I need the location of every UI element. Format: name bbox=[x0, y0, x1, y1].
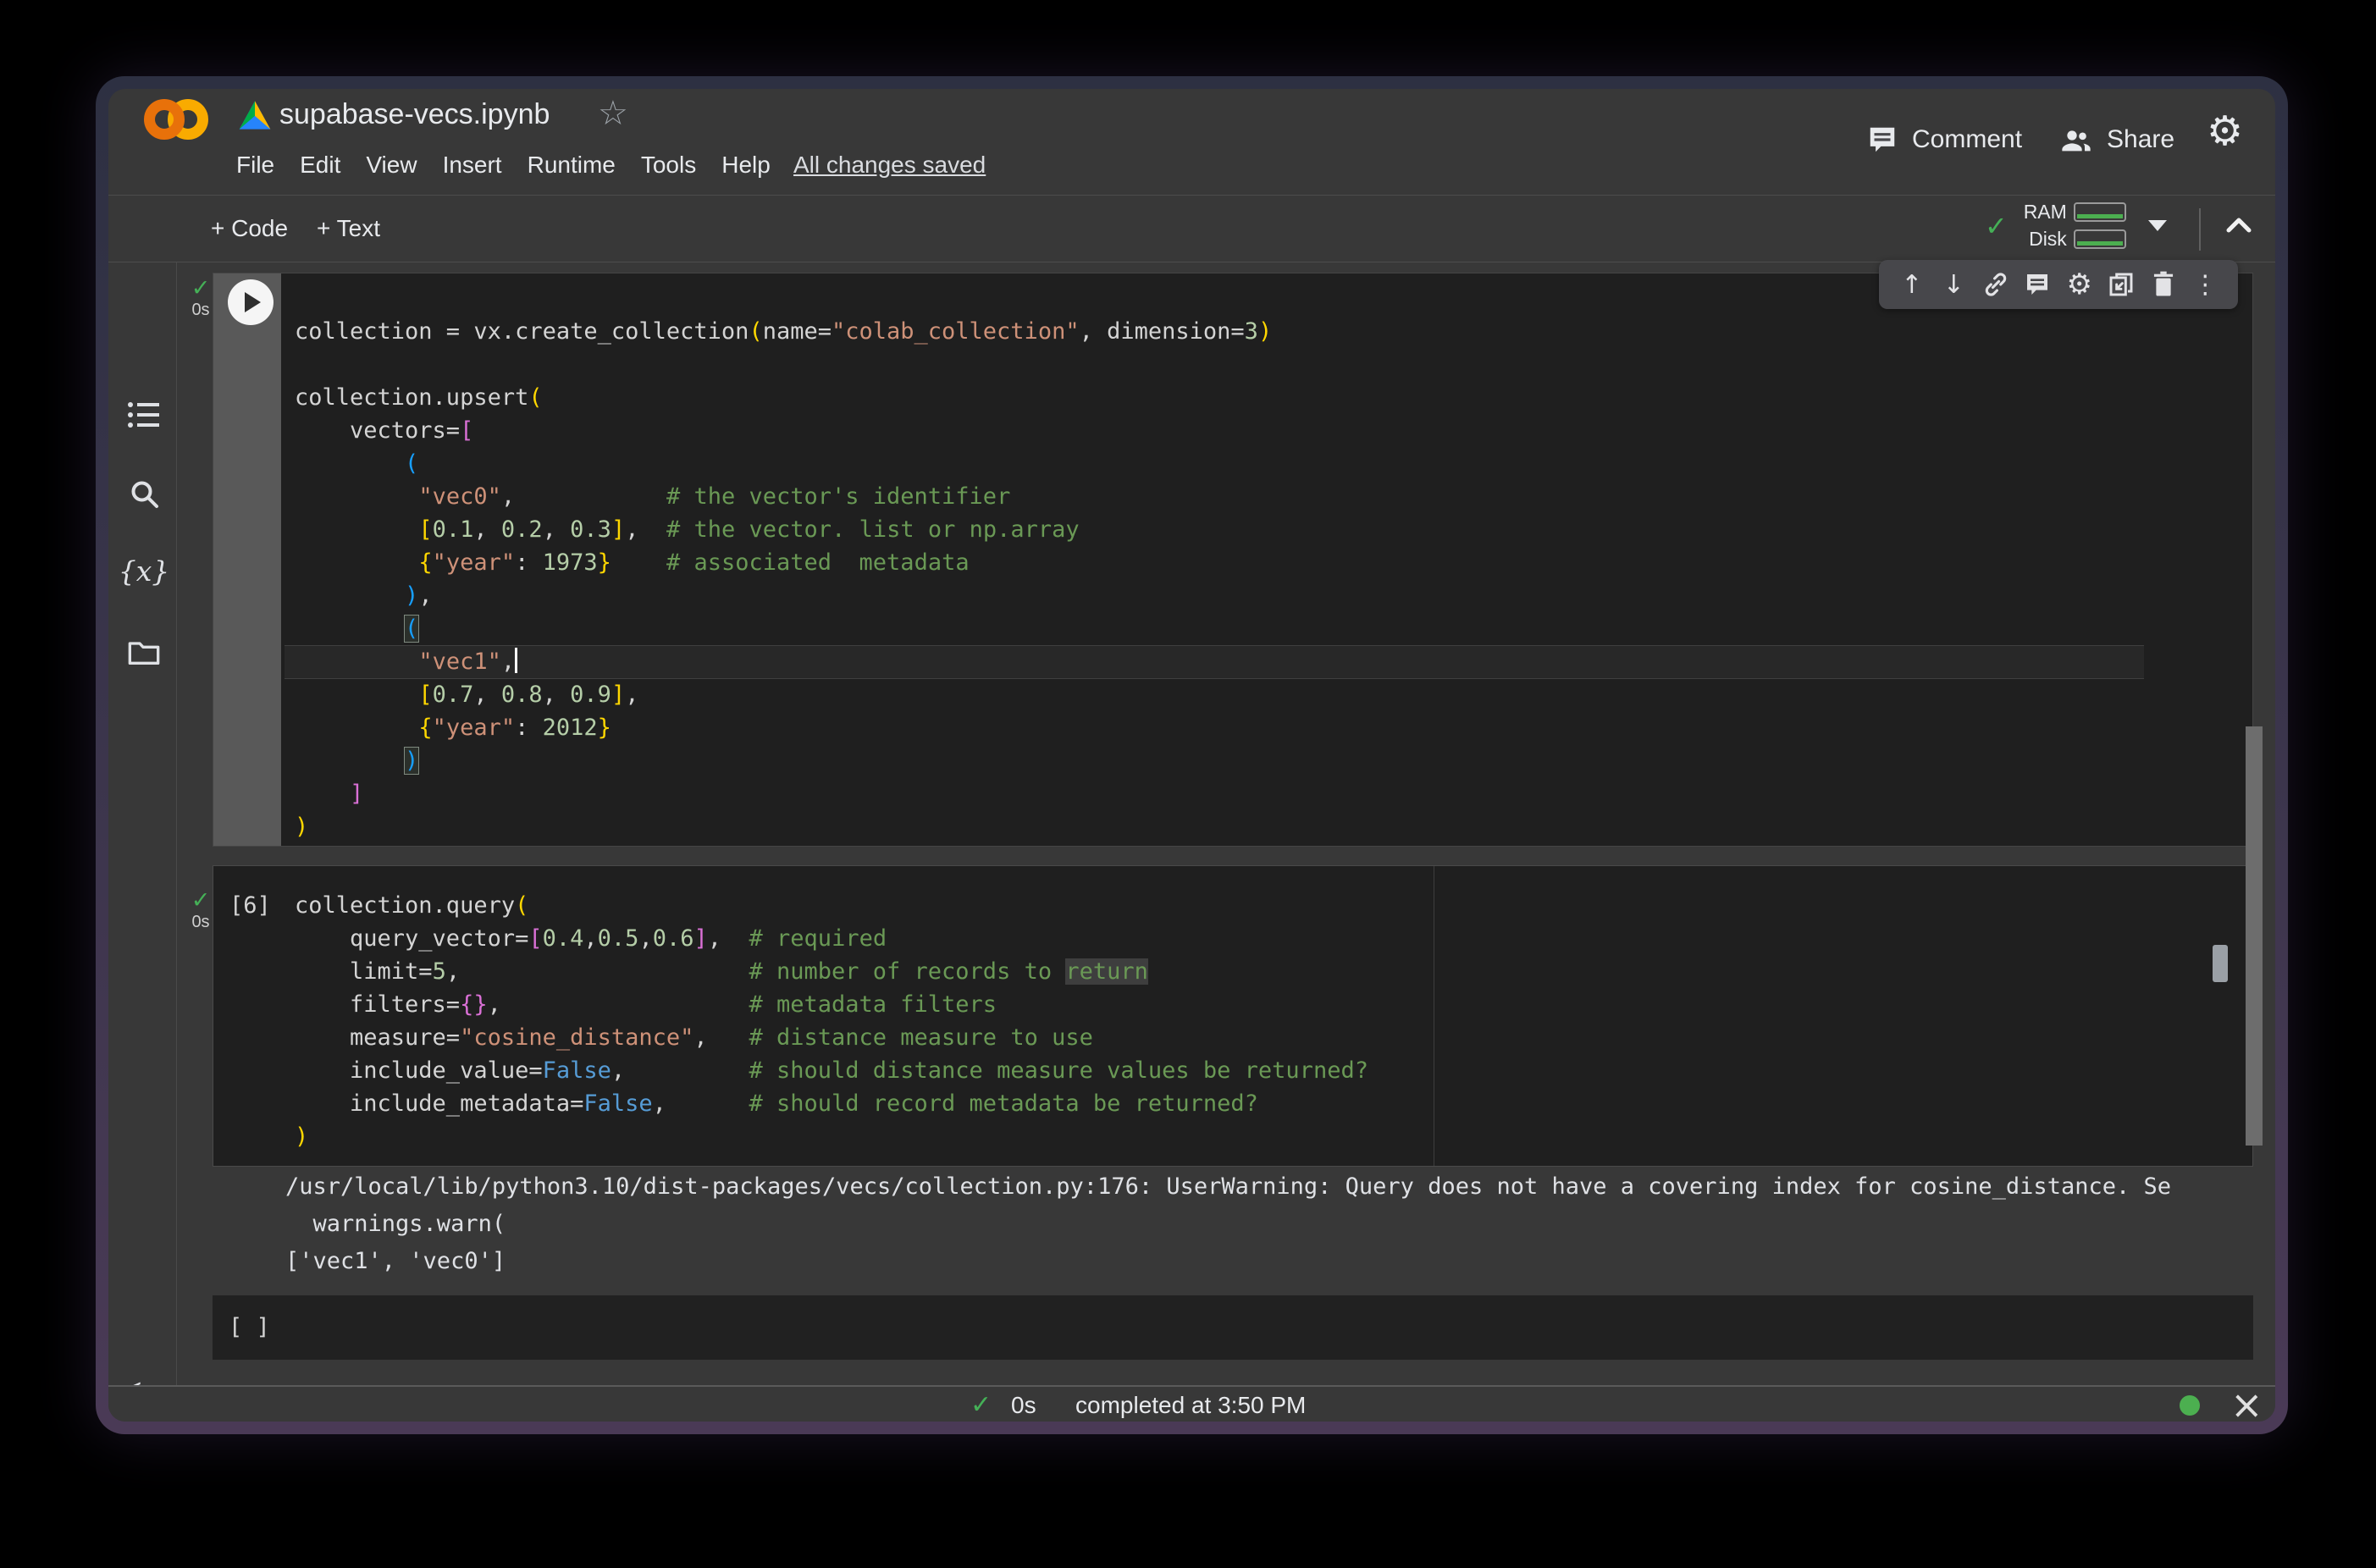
status-duration: 0s bbox=[1011, 1392, 1036, 1419]
code-line: ] bbox=[295, 777, 1272, 810]
code-line: query_vector=[0.4,0.5,0.6], # required bbox=[295, 922, 1368, 955]
comment-label: Comment bbox=[1912, 125, 2022, 154]
share-button[interactable]: Share bbox=[2059, 119, 2174, 160]
notebook-toolbar: + Code + Text ✓ RAM Disk bbox=[108, 195, 2275, 262]
colab-window: supabase-vecs.ipynb ☆ FileEditViewInsert… bbox=[96, 76, 2288, 1434]
code-line: ) bbox=[295, 1120, 1368, 1153]
more-cell-actions-icon[interactable]: ⋮ bbox=[2190, 269, 2220, 300]
code-line: measure="cosine_distance", # distance me… bbox=[295, 1021, 1368, 1054]
code-line: vectors=[ bbox=[295, 414, 1272, 447]
code-line: include_metadata=False, # should record … bbox=[295, 1087, 1368, 1120]
variables-icon[interactable]: {x} bbox=[125, 552, 163, 589]
cell-scrollbar-thumb[interactable] bbox=[2213, 945, 2228, 982]
status-green-dot bbox=[2180, 1395, 2200, 1416]
ram-usage-bar bbox=[2074, 202, 2126, 222]
table-of-contents-icon[interactable] bbox=[125, 396, 163, 433]
code-line bbox=[295, 348, 1272, 381]
delete-cell-icon[interactable] bbox=[2148, 269, 2179, 300]
code-line: limit=5, # number of records to return bbox=[295, 955, 1368, 988]
share-label: Share bbox=[2107, 125, 2174, 154]
colab-logo[interactable] bbox=[144, 99, 208, 140]
move-cell-down-icon[interactable]: ↓ bbox=[1938, 269, 1969, 300]
resource-monitor[interactable]: ✓ RAM Disk bbox=[1985, 201, 2167, 251]
code-line: collection = vx.create_collection(name="… bbox=[295, 315, 1272, 348]
left-sidebar: {x} < > >_ bbox=[108, 262, 177, 1385]
cell1-editor[interactable]: collection = vx.create_collection(name="… bbox=[295, 315, 1272, 843]
code-line: "vec0", # the vector's identifier bbox=[295, 480, 1272, 513]
menu-item[interactable]: Runtime bbox=[515, 152, 628, 179]
add-comment-icon[interactable] bbox=[2022, 269, 2053, 300]
drive-icon bbox=[238, 100, 272, 130]
notebook-area: {x} < > >_ ✓ bbox=[108, 262, 2275, 1385]
code-line: [0.7, 0.8, 0.9], bbox=[295, 678, 1272, 711]
menu-item[interactable]: File bbox=[224, 152, 287, 179]
disk-usage-bar bbox=[2074, 229, 2126, 249]
code-line: {"year": 2012} bbox=[295, 711, 1272, 744]
code-line: [0.1, 0.2, 0.3], # the vector. list or n… bbox=[295, 513, 1272, 546]
code-line: ), bbox=[295, 579, 1272, 612]
code-line: filters={}, # metadata filters bbox=[295, 988, 1368, 1021]
menubar: FileEditViewInsertRuntimeToolsHelp bbox=[224, 146, 783, 184]
comment-button[interactable]: Comment bbox=[1866, 119, 2022, 160]
menu-item[interactable]: Edit bbox=[287, 152, 353, 179]
code-line: ( bbox=[295, 447, 1272, 480]
empty-code-cell[interactable]: [ ] bbox=[213, 1295, 2253, 1360]
code-cell-2[interactable]: [6] collection.query( query_vector=[0.4,… bbox=[213, 865, 2253, 1167]
settings-gear-icon[interactable]: ⚙ bbox=[2207, 108, 2243, 155]
code-line: ( bbox=[295, 612, 1272, 645]
copy-link-to-cell-icon[interactable] bbox=[1981, 269, 2011, 300]
output-line: warnings.warn( bbox=[285, 1206, 2274, 1243]
run-cell-button[interactable] bbox=[228, 279, 274, 325]
menu-item[interactable]: Help bbox=[709, 152, 783, 179]
editor-settings-gear-icon[interactable]: ⚙ bbox=[2064, 269, 2095, 300]
execution-status-bar: ✓ 0s completed at 3:50 PM × bbox=[108, 1385, 2275, 1422]
ram-label: RAM bbox=[2018, 201, 2067, 224]
connected-check-icon: ✓ bbox=[1985, 210, 2008, 242]
code-line: {"year": 1973} # associated metadata bbox=[295, 546, 1272, 579]
resources-dropdown-icon[interactable] bbox=[2148, 220, 2167, 231]
menu-item[interactable]: View bbox=[353, 152, 429, 179]
comment-icon bbox=[1866, 124, 1898, 156]
colab-logo-ring-left bbox=[144, 99, 185, 140]
mirror-cell-icon[interactable] bbox=[2106, 269, 2136, 300]
cell2-exec-count[interactable]: [6] bbox=[229, 889, 271, 922]
search-icon[interactable] bbox=[125, 475, 163, 512]
code-line: ) bbox=[295, 810, 1272, 843]
people-icon bbox=[2059, 123, 2093, 157]
menu-item[interactable]: Tools bbox=[628, 152, 709, 179]
cell-toolbar: ↑ ↓ ⚙ bbox=[1879, 260, 2238, 309]
code-line: include_value=False, # should distance m… bbox=[295, 1054, 1368, 1087]
colab-app: supabase-vecs.ipynb ☆ FileEditViewInsert… bbox=[108, 89, 2275, 1422]
cell2-editor[interactable]: collection.query( query_vector=[0.4,0.5,… bbox=[295, 889, 1368, 1153]
code-line: ) bbox=[295, 744, 1272, 777]
toolbar-divider bbox=[2199, 208, 2201, 251]
output-line: ['vec1', 'vec0'] bbox=[285, 1243, 2274, 1280]
code-line: "vec1", bbox=[295, 645, 1272, 678]
collapse-header-button[interactable] bbox=[2224, 214, 2254, 235]
code-line: collection.query( bbox=[295, 889, 1368, 922]
cell1-gutter bbox=[213, 273, 281, 846]
notebook-title[interactable]: supabase-vecs.ipynb bbox=[279, 98, 550, 131]
add-text-button[interactable]: + Text bbox=[317, 196, 380, 262]
empty-cell-exec-count: [ ] bbox=[229, 1311, 270, 1344]
add-code-button[interactable]: + Code bbox=[211, 196, 288, 262]
status-check-icon: ✓ bbox=[970, 1390, 992, 1420]
notebook-scrollbar-thumb[interactable] bbox=[2246, 726, 2263, 1146]
output-line: /usr/local/lib/python3.10/dist-packages/… bbox=[285, 1168, 2274, 1206]
status-message: completed at 3:50 PM bbox=[1075, 1392, 1306, 1419]
menu-item[interactable]: Insert bbox=[430, 152, 515, 179]
move-cell-up-icon[interactable]: ↑ bbox=[1897, 269, 1927, 300]
code-line: collection.upsert( bbox=[295, 381, 1272, 414]
cell2-output: /usr/local/lib/python3.10/dist-packages/… bbox=[285, 1168, 2274, 1280]
changes-saved-link[interactable]: All changes saved bbox=[793, 152, 986, 179]
star-icon[interactable]: ☆ bbox=[598, 94, 628, 133]
status-close-icon[interactable]: × bbox=[2230, 1382, 2263, 1422]
code-cell-1[interactable]: collection = vx.create_collection(name="… bbox=[213, 273, 2253, 847]
files-icon[interactable] bbox=[125, 633, 163, 671]
play-icon bbox=[245, 292, 261, 312]
disk-label: Disk bbox=[2018, 228, 2067, 251]
